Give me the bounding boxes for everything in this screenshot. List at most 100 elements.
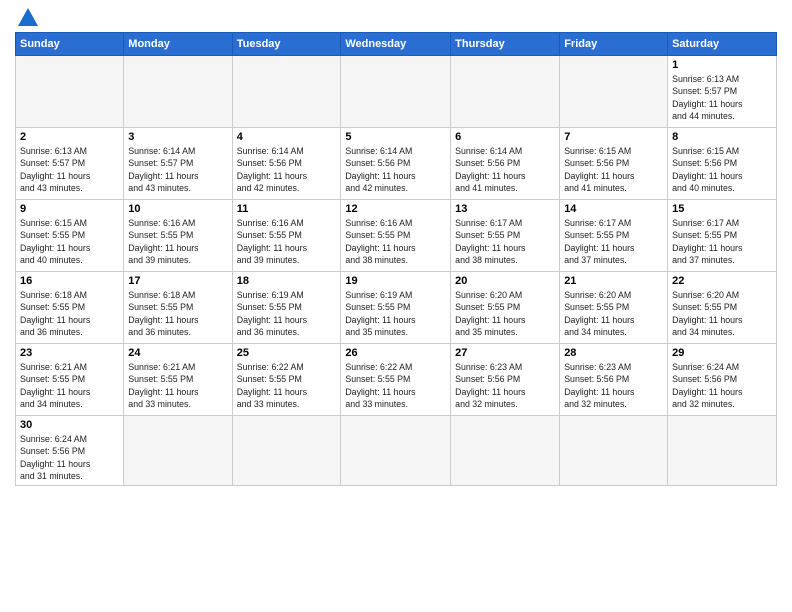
day-number: 9 <box>20 203 119 215</box>
day-number: 12 <box>345 203 446 215</box>
calendar-cell: 30 Sunrise: 6:24 AM Sunset: 5:56 PM Dayli… <box>16 416 124 486</box>
calendar-cell <box>451 416 560 486</box>
day-info: Sunrise: 6:24 AM Sunset: 5:56 PM Dayligh… <box>672 361 772 410</box>
calendar-cell: 19 Sunrise: 6:19 AM Sunset: 5:55 PM Dayli… <box>341 272 451 344</box>
day-number: 17 <box>128 275 227 287</box>
calendar-cell: 17 Sunrise: 6:18 AM Sunset: 5:55 PM Dayli… <box>124 272 232 344</box>
page: SundayMondayTuesdayWednesdayThursdayFrid… <box>0 0 792 496</box>
calendar-cell <box>451 56 560 128</box>
day-info: Sunrise: 6:20 AM Sunset: 5:55 PM Dayligh… <box>672 289 772 338</box>
day-number: 21 <box>564 275 663 287</box>
calendar-cell: 28Sunrise: 6:23 AM Sunset: 5:56 PM Dayli… <box>560 344 668 416</box>
calendar-cell: 21Sunrise: 6:20 AM Sunset: 5:55 PM Dayli… <box>560 272 668 344</box>
calendar-row-3: 9 Sunrise: 6:15 AM Sunset: 5:55 PM Daylig… <box>16 200 777 272</box>
day-number: 23 <box>20 347 119 359</box>
day-info: Sunrise: 6:19 AM Sunset: 5:55 PM Dayligh… <box>345 289 446 338</box>
day-info: Sunrise: 6:14 AM Sunset: 5:56 PM Dayligh… <box>455 145 555 194</box>
day-number: 28 <box>564 347 663 359</box>
day-info: Sunrise: 6:15 AM Sunset: 5:55 PM Dayligh… <box>20 217 119 266</box>
calendar-table: SundayMondayTuesdayWednesdayThursdayFrid… <box>15 32 777 486</box>
calendar-cell: 10 Sunrise: 6:16 AM Sunset: 5:55 PM Dayli… <box>124 200 232 272</box>
day-number: 30 <box>20 419 119 431</box>
weekday-header-friday: Friday <box>560 33 668 56</box>
day-info: Sunrise: 6:16 AM Sunset: 5:55 PM Dayligh… <box>237 217 337 266</box>
calendar-row-5: 23 Sunrise: 6:21 AM Sunset: 5:55 PM Dayli… <box>16 344 777 416</box>
day-number: 18 <box>237 275 337 287</box>
calendar-cell <box>232 416 341 486</box>
day-number: 10 <box>128 203 227 215</box>
day-number: 4 <box>237 131 337 143</box>
calendar-cell: 14 Sunrise: 6:17 AM Sunset: 5:55 PM Dayli… <box>560 200 668 272</box>
calendar-cell: 8Sunrise: 6:15 AM Sunset: 5:56 PM Daylig… <box>668 128 777 200</box>
day-number: 20 <box>455 275 555 287</box>
day-info: Sunrise: 6:14 AM Sunset: 5:56 PM Dayligh… <box>345 145 446 194</box>
day-number: 24 <box>128 347 227 359</box>
day-number: 22 <box>672 275 772 287</box>
day-number: 19 <box>345 275 446 287</box>
weekday-header-thursday: Thursday <box>451 33 560 56</box>
calendar-cell: 23 Sunrise: 6:21 AM Sunset: 5:55 PM Dayli… <box>16 344 124 416</box>
calendar-row-4: 16 Sunrise: 6:18 AM Sunset: 5:55 PM Dayli… <box>16 272 777 344</box>
day-number: 25 <box>237 347 337 359</box>
day-info: Sunrise: 6:14 AM Sunset: 5:57 PM Dayligh… <box>128 145 227 194</box>
day-info: Sunrise: 6:18 AM Sunset: 5:55 PM Dayligh… <box>128 289 227 338</box>
calendar-cell: 2 Sunrise: 6:13 AM Sunset: 5:57 PM Daylig… <box>16 128 124 200</box>
day-info: Sunrise: 6:13 AM Sunset: 5:57 PM Dayligh… <box>672 73 772 122</box>
calendar-cell: 12 Sunrise: 6:16 AM Sunset: 5:55 PM Dayli… <box>341 200 451 272</box>
calendar-cell: 22 Sunrise: 6:20 AM Sunset: 5:55 PM Dayli… <box>668 272 777 344</box>
calendar-cell: 3 Sunrise: 6:14 AM Sunset: 5:57 PM Daylig… <box>124 128 232 200</box>
day-info: Sunrise: 6:21 AM Sunset: 5:55 PM Dayligh… <box>128 361 227 410</box>
calendar-cell <box>124 56 232 128</box>
day-info: Sunrise: 6:15 AM Sunset: 5:56 PM Dayligh… <box>564 145 663 194</box>
day-number: 1 <box>672 59 772 71</box>
calendar-cell <box>560 416 668 486</box>
day-info: Sunrise: 6:22 AM Sunset: 5:55 PM Dayligh… <box>345 361 446 410</box>
day-number: 3 <box>128 131 227 143</box>
calendar-cell: 15 Sunrise: 6:17 AM Sunset: 5:55 PM Dayli… <box>668 200 777 272</box>
day-number: 14 <box>564 203 663 215</box>
calendar-cell: 1 Sunrise: 6:13 AM Sunset: 5:57 PM Daylig… <box>668 56 777 128</box>
weekday-header-saturday: Saturday <box>668 33 777 56</box>
calendar-cell: 18 Sunrise: 6:19 AM Sunset: 5:55 PM Dayli… <box>232 272 341 344</box>
day-info: Sunrise: 6:14 AM Sunset: 5:56 PM Dayligh… <box>237 145 337 194</box>
day-info: Sunrise: 6:16 AM Sunset: 5:55 PM Dayligh… <box>345 217 446 266</box>
day-info: Sunrise: 6:16 AM Sunset: 5:55 PM Dayligh… <box>128 217 227 266</box>
day-info: Sunrise: 6:21 AM Sunset: 5:55 PM Dayligh… <box>20 361 119 410</box>
calendar-cell: 6 Sunrise: 6:14 AM Sunset: 5:56 PM Daylig… <box>451 128 560 200</box>
calendar-cell: 26 Sunrise: 6:22 AM Sunset: 5:55 PM Dayli… <box>341 344 451 416</box>
day-info: Sunrise: 6:17 AM Sunset: 5:55 PM Dayligh… <box>564 217 663 266</box>
logo-triangle-icon <box>18 8 38 26</box>
day-number: 26 <box>345 347 446 359</box>
day-info: Sunrise: 6:17 AM Sunset: 5:55 PM Dayligh… <box>672 217 772 266</box>
day-number: 13 <box>455 203 555 215</box>
day-info: Sunrise: 6:24 AM Sunset: 5:56 PM Dayligh… <box>20 433 119 482</box>
calendar-cell: 25Sunrise: 6:22 AM Sunset: 5:55 PM Dayli… <box>232 344 341 416</box>
calendar-cell <box>232 56 341 128</box>
day-info: Sunrise: 6:13 AM Sunset: 5:57 PM Dayligh… <box>20 145 119 194</box>
day-number: 27 <box>455 347 555 359</box>
day-number: 16 <box>20 275 119 287</box>
day-info: Sunrise: 6:18 AM Sunset: 5:55 PM Dayligh… <box>20 289 119 338</box>
weekday-header-wednesday: Wednesday <box>341 33 451 56</box>
weekday-header-monday: Monday <box>124 33 232 56</box>
day-info: Sunrise: 6:20 AM Sunset: 5:55 PM Dayligh… <box>455 289 555 338</box>
calendar-cell <box>16 56 124 128</box>
calendar-cell: 20 Sunrise: 6:20 AM Sunset: 5:55 PM Dayli… <box>451 272 560 344</box>
calendar-cell: 24 Sunrise: 6:21 AM Sunset: 5:55 PM Dayli… <box>124 344 232 416</box>
calendar-cell: 9 Sunrise: 6:15 AM Sunset: 5:55 PM Daylig… <box>16 200 124 272</box>
day-number: 6 <box>455 131 555 143</box>
day-number: 2 <box>20 131 119 143</box>
day-info: Sunrise: 6:19 AM Sunset: 5:55 PM Dayligh… <box>237 289 337 338</box>
day-number: 11 <box>237 203 337 215</box>
day-info: Sunrise: 6:17 AM Sunset: 5:55 PM Dayligh… <box>455 217 555 266</box>
day-number: 15 <box>672 203 772 215</box>
calendar-cell: 5Sunrise: 6:14 AM Sunset: 5:56 PM Daylig… <box>341 128 451 200</box>
weekday-header-tuesday: Tuesday <box>232 33 341 56</box>
calendar-row-1: 1 Sunrise: 6:13 AM Sunset: 5:57 PM Daylig… <box>16 56 777 128</box>
calendar-cell <box>124 416 232 486</box>
header <box>15 10 777 26</box>
weekday-header-row: SundayMondayTuesdayWednesdayThursdayFrid… <box>16 33 777 56</box>
calendar-cell: 11 Sunrise: 6:16 AM Sunset: 5:55 PM Dayli… <box>232 200 341 272</box>
weekday-header-sunday: Sunday <box>16 33 124 56</box>
day-info: Sunrise: 6:23 AM Sunset: 5:56 PM Dayligh… <box>455 361 555 410</box>
